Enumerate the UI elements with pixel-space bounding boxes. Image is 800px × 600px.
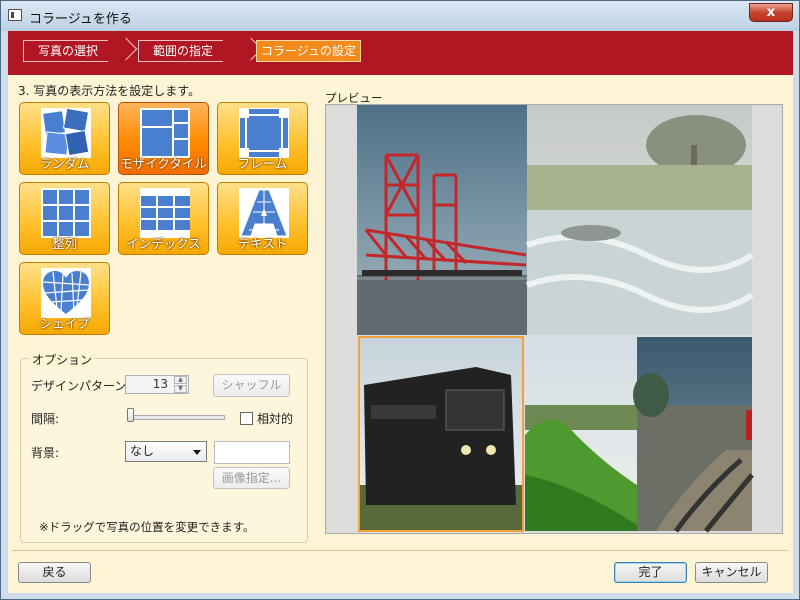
mode-grid-button[interactable]: 整列	[19, 182, 110, 255]
done-button[interactable]: 完了	[614, 562, 687, 583]
step-collage-settings: コラージュの設定	[256, 40, 361, 62]
shape-heart-icon	[41, 268, 91, 318]
spacing-slider-thumb[interactable]	[127, 408, 134, 422]
river-rapids-photo[interactable]	[526, 105, 754, 335]
mode-label: モザイクタイル	[120, 156, 207, 171]
green-hill-landscape-photo[interactable]	[525, 337, 637, 531]
background-select[interactable]: なし	[125, 441, 207, 462]
spacing-slider-track[interactable]	[129, 415, 225, 420]
mode-mosaic-button[interactable]: モザイクタイル	[118, 102, 209, 175]
design-pattern-spinbox[interactable]: 13 ▲ ▼	[125, 375, 189, 394]
footer-divider	[12, 550, 789, 551]
mode-text-button[interactable]: テキスト	[217, 182, 308, 255]
spin-up-icon[interactable]: ▲	[174, 376, 187, 384]
image-specify-button[interactable]: 画像指定...	[213, 467, 290, 489]
back-button[interactable]: 戻る	[18, 562, 91, 583]
design-pattern-value: 13	[152, 377, 168, 391]
close-button[interactable]: x	[749, 3, 793, 22]
step-chevron-icon	[114, 37, 138, 61]
mode-label: フレーム	[237, 156, 288, 171]
dialog-client: 写真の選択 範囲の指定 コラージュの設定 3. 写真の表示方法を設定します。 ラ…	[8, 31, 793, 593]
mode-label: インデックス	[126, 236, 201, 251]
collage-dialog: コラージュを作る x 写真の選択 範囲の指定 コラージュの設定 3. 写真の表示…	[0, 0, 800, 600]
mode-label: シェイプ	[39, 316, 90, 331]
mode-frame-button[interactable]: フレーム	[217, 102, 308, 175]
options-group: オプション デザインパターン: 13 ▲ ▼ シャッフル 間隔: 相対的 背景:…	[20, 351, 308, 543]
spin-down-icon[interactable]: ▼	[174, 385, 187, 393]
app-icon	[8, 9, 22, 21]
grid-layout-icon	[41, 188, 91, 238]
black-train-photo[interactable]	[359, 337, 523, 531]
random-layout-icon	[41, 108, 91, 158]
preview-canvas[interactable]	[325, 104, 783, 534]
spacing-label: 間隔:	[31, 412, 60, 426]
mosaic-tile-icon	[140, 108, 190, 158]
relative-checkbox[interactable]	[240, 412, 253, 425]
window-title: コラージュを作る	[29, 12, 132, 27]
mode-label: テキスト	[237, 236, 288, 251]
shuffle-button[interactable]: シャッフル	[213, 374, 290, 397]
collage-preview-image	[357, 105, 754, 533]
background-color-swatch[interactable]	[214, 441, 290, 464]
wizard-steps: 写真の選択 範囲の指定 コラージュの設定	[8, 31, 793, 75]
drag-hint-text: ※ドラッグで写真の位置を変更できます。	[39, 520, 255, 534]
chevron-down-icon	[193, 450, 201, 455]
title-bar: コラージュを作る x	[1, 1, 799, 31]
mode-random-button[interactable]: ランダム	[19, 102, 110, 175]
frame-layout-icon	[239, 108, 289, 158]
instruction-text: 3. 写真の表示方法を設定します。	[18, 84, 201, 98]
background-label: 背景:	[31, 446, 60, 460]
step-specify-range[interactable]: 範囲の指定	[138, 37, 263, 62]
mode-label: 整列	[51, 236, 77, 251]
red-lift-bridge-photo[interactable]	[357, 105, 527, 335]
cancel-button[interactable]: キャンセル	[695, 562, 768, 583]
relative-label: 相対的	[257, 412, 294, 426]
background-select-value: なし	[130, 444, 155, 458]
index-layout-icon	[140, 188, 190, 238]
brick-pathway-photo[interactable]	[633, 337, 754, 533]
design-pattern-label: デザインパターン:	[31, 379, 131, 393]
mode-shape-button[interactable]: シェイプ	[19, 262, 110, 335]
options-legend: オプション	[29, 351, 96, 368]
step-select-photos[interactable]: 写真の選択	[23, 37, 138, 62]
mode-label: ランダム	[39, 156, 90, 171]
text-layout-icon	[239, 188, 289, 238]
mode-index-button[interactable]: インデックス	[118, 182, 209, 255]
